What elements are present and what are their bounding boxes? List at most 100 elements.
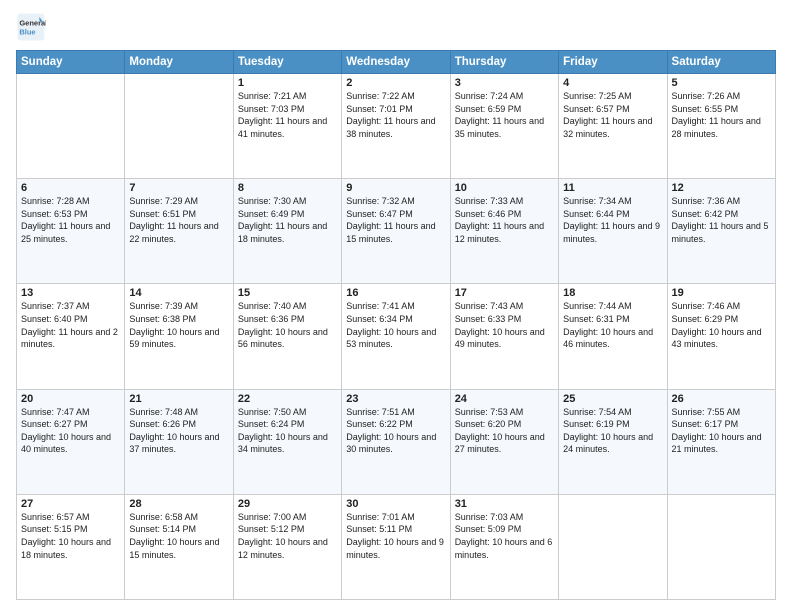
logo-icon: General Blue — [16, 12, 46, 42]
calendar-cell: 29Sunrise: 7:00 AM Sunset: 5:12 PM Dayli… — [233, 494, 341, 599]
logo: General Blue — [16, 12, 50, 42]
day-number: 24 — [455, 393, 554, 405]
day-number: 20 — [21, 393, 120, 405]
day-info: Sunrise: 7:00 AM Sunset: 5:12 PM Dayligh… — [238, 511, 337, 561]
calendar-cell: 20Sunrise: 7:47 AM Sunset: 6:27 PM Dayli… — [17, 389, 125, 494]
day-number: 14 — [129, 287, 228, 299]
day-number: 29 — [238, 498, 337, 510]
day-info: Sunrise: 7:21 AM Sunset: 7:03 PM Dayligh… — [238, 90, 337, 140]
calendar-cell: 7Sunrise: 7:29 AM Sunset: 6:51 PM Daylig… — [125, 179, 233, 284]
col-header-sunday: Sunday — [17, 51, 125, 74]
calendar-cell: 10Sunrise: 7:33 AM Sunset: 6:46 PM Dayli… — [450, 179, 558, 284]
calendar-cell — [125, 74, 233, 179]
day-info: Sunrise: 7:50 AM Sunset: 6:24 PM Dayligh… — [238, 406, 337, 456]
calendar-cell: 11Sunrise: 7:34 AM Sunset: 6:44 PM Dayli… — [559, 179, 667, 284]
col-header-wednesday: Wednesday — [342, 51, 450, 74]
calendar-row-0: 1Sunrise: 7:21 AM Sunset: 7:03 PM Daylig… — [17, 74, 776, 179]
calendar-cell — [559, 494, 667, 599]
calendar-cell: 15Sunrise: 7:40 AM Sunset: 6:36 PM Dayli… — [233, 284, 341, 389]
day-number: 2 — [346, 77, 445, 89]
calendar-table: SundayMondayTuesdayWednesdayThursdayFrid… — [16, 50, 776, 600]
col-header-monday: Monday — [125, 51, 233, 74]
day-info: Sunrise: 7:34 AM Sunset: 6:44 PM Dayligh… — [563, 195, 662, 245]
calendar-cell: 9Sunrise: 7:32 AM Sunset: 6:47 PM Daylig… — [342, 179, 450, 284]
day-info: Sunrise: 7:53 AM Sunset: 6:20 PM Dayligh… — [455, 406, 554, 456]
calendar-cell: 24Sunrise: 7:53 AM Sunset: 6:20 PM Dayli… — [450, 389, 558, 494]
day-info: Sunrise: 7:33 AM Sunset: 6:46 PM Dayligh… — [455, 195, 554, 245]
day-number: 1 — [238, 77, 337, 89]
day-number: 12 — [672, 182, 771, 194]
day-info: Sunrise: 7:55 AM Sunset: 6:17 PM Dayligh… — [672, 406, 771, 456]
day-number: 8 — [238, 182, 337, 194]
day-info: Sunrise: 7:22 AM Sunset: 7:01 PM Dayligh… — [346, 90, 445, 140]
day-number: 26 — [672, 393, 771, 405]
calendar-cell: 14Sunrise: 7:39 AM Sunset: 6:38 PM Dayli… — [125, 284, 233, 389]
calendar-cell: 8Sunrise: 7:30 AM Sunset: 6:49 PM Daylig… — [233, 179, 341, 284]
day-info: Sunrise: 7:30 AM Sunset: 6:49 PM Dayligh… — [238, 195, 337, 245]
col-header-thursday: Thursday — [450, 51, 558, 74]
calendar-cell: 2Sunrise: 7:22 AM Sunset: 7:01 PM Daylig… — [342, 74, 450, 179]
calendar-cell: 17Sunrise: 7:43 AM Sunset: 6:33 PM Dayli… — [450, 284, 558, 389]
col-header-saturday: Saturday — [667, 51, 775, 74]
day-info: Sunrise: 6:57 AM Sunset: 5:15 PM Dayligh… — [21, 511, 120, 561]
day-number: 4 — [563, 77, 662, 89]
day-info: Sunrise: 7:46 AM Sunset: 6:29 PM Dayligh… — [672, 300, 771, 350]
calendar-cell: 18Sunrise: 7:44 AM Sunset: 6:31 PM Dayli… — [559, 284, 667, 389]
calendar-cell — [667, 494, 775, 599]
calendar-cell: 26Sunrise: 7:55 AM Sunset: 6:17 PM Dayli… — [667, 389, 775, 494]
calendar-cell: 23Sunrise: 7:51 AM Sunset: 6:22 PM Dayli… — [342, 389, 450, 494]
day-number: 28 — [129, 498, 228, 510]
day-number: 21 — [129, 393, 228, 405]
day-number: 9 — [346, 182, 445, 194]
day-info: Sunrise: 6:58 AM Sunset: 5:14 PM Dayligh… — [129, 511, 228, 561]
day-info: Sunrise: 7:03 AM Sunset: 5:09 PM Dayligh… — [455, 511, 554, 561]
day-number: 31 — [455, 498, 554, 510]
day-info: Sunrise: 7:24 AM Sunset: 6:59 PM Dayligh… — [455, 90, 554, 140]
calendar-cell: 21Sunrise: 7:48 AM Sunset: 6:26 PM Dayli… — [125, 389, 233, 494]
calendar-row-1: 6Sunrise: 7:28 AM Sunset: 6:53 PM Daylig… — [17, 179, 776, 284]
day-number: 18 — [563, 287, 662, 299]
calendar-cell: 31Sunrise: 7:03 AM Sunset: 5:09 PM Dayli… — [450, 494, 558, 599]
day-info: Sunrise: 7:36 AM Sunset: 6:42 PM Dayligh… — [672, 195, 771, 245]
calendar-cell: 4Sunrise: 7:25 AM Sunset: 6:57 PM Daylig… — [559, 74, 667, 179]
calendar-cell: 6Sunrise: 7:28 AM Sunset: 6:53 PM Daylig… — [17, 179, 125, 284]
header: General Blue — [16, 12, 776, 42]
day-info: Sunrise: 7:29 AM Sunset: 6:51 PM Dayligh… — [129, 195, 228, 245]
day-info: Sunrise: 7:37 AM Sunset: 6:40 PM Dayligh… — [21, 300, 120, 350]
calendar-cell: 16Sunrise: 7:41 AM Sunset: 6:34 PM Dayli… — [342, 284, 450, 389]
calendar-cell: 3Sunrise: 7:24 AM Sunset: 6:59 PM Daylig… — [450, 74, 558, 179]
day-number: 15 — [238, 287, 337, 299]
day-number: 19 — [672, 287, 771, 299]
calendar-row-2: 13Sunrise: 7:37 AM Sunset: 6:40 PM Dayli… — [17, 284, 776, 389]
day-info: Sunrise: 7:43 AM Sunset: 6:33 PM Dayligh… — [455, 300, 554, 350]
day-info: Sunrise: 7:48 AM Sunset: 6:26 PM Dayligh… — [129, 406, 228, 456]
day-number: 13 — [21, 287, 120, 299]
svg-text:General: General — [19, 18, 46, 27]
calendar-cell: 25Sunrise: 7:54 AM Sunset: 6:19 PM Dayli… — [559, 389, 667, 494]
calendar-cell: 19Sunrise: 7:46 AM Sunset: 6:29 PM Dayli… — [667, 284, 775, 389]
calendar-cell: 30Sunrise: 7:01 AM Sunset: 5:11 PM Dayli… — [342, 494, 450, 599]
calendar-row-3: 20Sunrise: 7:47 AM Sunset: 6:27 PM Dayli… — [17, 389, 776, 494]
svg-text:Blue: Blue — [19, 28, 35, 37]
day-info: Sunrise: 7:44 AM Sunset: 6:31 PM Dayligh… — [563, 300, 662, 350]
day-number: 17 — [455, 287, 554, 299]
day-info: Sunrise: 7:32 AM Sunset: 6:47 PM Dayligh… — [346, 195, 445, 245]
day-number: 5 — [672, 77, 771, 89]
day-number: 23 — [346, 393, 445, 405]
day-number: 10 — [455, 182, 554, 194]
calendar-cell — [17, 74, 125, 179]
calendar-cell: 5Sunrise: 7:26 AM Sunset: 6:55 PM Daylig… — [667, 74, 775, 179]
day-number: 7 — [129, 182, 228, 194]
day-info: Sunrise: 7:47 AM Sunset: 6:27 PM Dayligh… — [21, 406, 120, 456]
day-number: 25 — [563, 393, 662, 405]
calendar-row-4: 27Sunrise: 6:57 AM Sunset: 5:15 PM Dayli… — [17, 494, 776, 599]
day-number: 30 — [346, 498, 445, 510]
day-info: Sunrise: 7:28 AM Sunset: 6:53 PM Dayligh… — [21, 195, 120, 245]
day-info: Sunrise: 7:51 AM Sunset: 6:22 PM Dayligh… — [346, 406, 445, 456]
day-info: Sunrise: 7:41 AM Sunset: 6:34 PM Dayligh… — [346, 300, 445, 350]
day-number: 11 — [563, 182, 662, 194]
day-number: 6 — [21, 182, 120, 194]
calendar-cell: 27Sunrise: 6:57 AM Sunset: 5:15 PM Dayli… — [17, 494, 125, 599]
calendar-cell: 1Sunrise: 7:21 AM Sunset: 7:03 PM Daylig… — [233, 74, 341, 179]
day-number: 3 — [455, 77, 554, 89]
